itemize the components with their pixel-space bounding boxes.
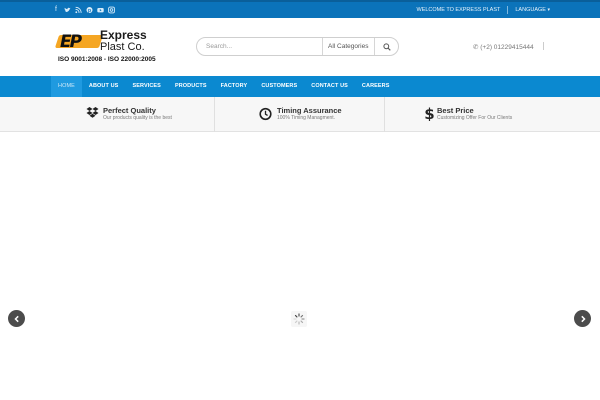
divider xyxy=(507,6,509,14)
language-dropdown[interactable]: LANGUAGE ▾ xyxy=(515,6,550,14)
feature-timing: Timing Assurance 100% Timing Managment. xyxy=(215,97,385,132)
feature-title: Perfect Quality xyxy=(103,106,156,115)
facebook-icon[interactable]: f xyxy=(53,6,59,14)
rss-icon[interactable] xyxy=(75,6,82,14)
feature-strip: Perfect Quality Our products quality is … xyxy=(0,97,600,132)
twitter-icon[interactable] xyxy=(64,6,71,14)
spinner-icon xyxy=(293,313,305,325)
pinterest-icon[interactable]: p xyxy=(86,6,93,14)
welcome-text[interactable]: WELCOME TO EXPRESS PLAST xyxy=(417,6,501,14)
nav-item-products[interactable]: PRODUCTS xyxy=(168,76,214,97)
social-links: f p xyxy=(53,6,115,14)
search-bar: All Categories xyxy=(196,37,399,56)
logo[interactable]: EP Express Plast Co. ISO 9001:2008 - ISO… xyxy=(54,29,159,67)
iso-certification: ISO 9001:2008 - ISO 22000:2005 xyxy=(58,56,156,63)
svg-text:p: p xyxy=(88,8,91,14)
category-select[interactable]: All Categories xyxy=(322,38,375,55)
divider xyxy=(543,42,545,50)
slider-prev-button[interactable] xyxy=(8,310,25,327)
svg-text:$: $ xyxy=(424,106,434,121)
nav-item-factory[interactable]: FACTORY xyxy=(214,76,255,97)
chevron-left-icon xyxy=(13,315,19,322)
phone-icon: ✆ xyxy=(473,44,479,51)
caret-down-icon: ▾ xyxy=(547,7,550,13)
feature-subtitle: 100% Timing Managment. xyxy=(277,115,336,121)
nav-item-customers[interactable]: CUSTOMERS xyxy=(254,76,304,97)
nav-item-services[interactable]: SERVICES xyxy=(125,76,168,97)
slider-loader xyxy=(291,311,307,327)
feature-quality: Perfect Quality Our products quality is … xyxy=(0,97,215,132)
clock-icon xyxy=(259,107,272,121)
slider-next-button[interactable] xyxy=(574,310,591,327)
youtube-icon[interactable] xyxy=(97,6,104,14)
language-label: LANGUAGE xyxy=(515,7,546,13)
logo-ep-mark: EP xyxy=(60,32,82,52)
hero-slider xyxy=(0,133,600,400)
search-button[interactable] xyxy=(375,38,399,55)
instagram-icon[interactable] xyxy=(108,6,115,14)
logo-word-plast: Plast Co. xyxy=(100,41,145,53)
search-input[interactable] xyxy=(206,40,316,53)
phone-contact: ✆ (+2) 01229415444 xyxy=(473,42,545,52)
feature-title: Timing Assurance xyxy=(277,106,342,115)
phone-number[interactable]: (+2) 01229415444 xyxy=(480,44,533,51)
top-bar: f p WELCOME TO EXPRESS PLAST LANGUAGE ▾ xyxy=(0,0,600,18)
feature-subtitle: Customizing Offer For Our Clients xyxy=(437,115,513,121)
feature-price: $ Best Price Customizing Offer For Our C… xyxy=(385,97,600,132)
dropbox-icon xyxy=(86,107,99,118)
chevron-right-icon xyxy=(580,315,586,322)
dollar-icon: $ xyxy=(424,106,434,121)
header: EP Express Plast Co. ISO 9001:2008 - ISO… xyxy=(0,20,600,76)
main-navigation: HOME ABOUT US SERVICES PRODUCTS FACTORY … xyxy=(0,76,600,97)
nav-item-about-us[interactable]: ABOUT US xyxy=(82,76,126,97)
nav-item-contact-us[interactable]: CONTACT US xyxy=(304,76,355,97)
search-icon xyxy=(383,42,391,51)
nav-item-careers[interactable]: CAREERS xyxy=(355,76,397,97)
feature-subtitle: Our products quality is the best xyxy=(103,115,172,121)
nav-item-home[interactable]: HOME xyxy=(51,76,82,97)
feature-title: Best Price xyxy=(437,106,474,115)
top-right-links: WELCOME TO EXPRESS PLAST LANGUAGE ▾ xyxy=(417,6,550,14)
logo-mark: EP xyxy=(54,32,104,52)
